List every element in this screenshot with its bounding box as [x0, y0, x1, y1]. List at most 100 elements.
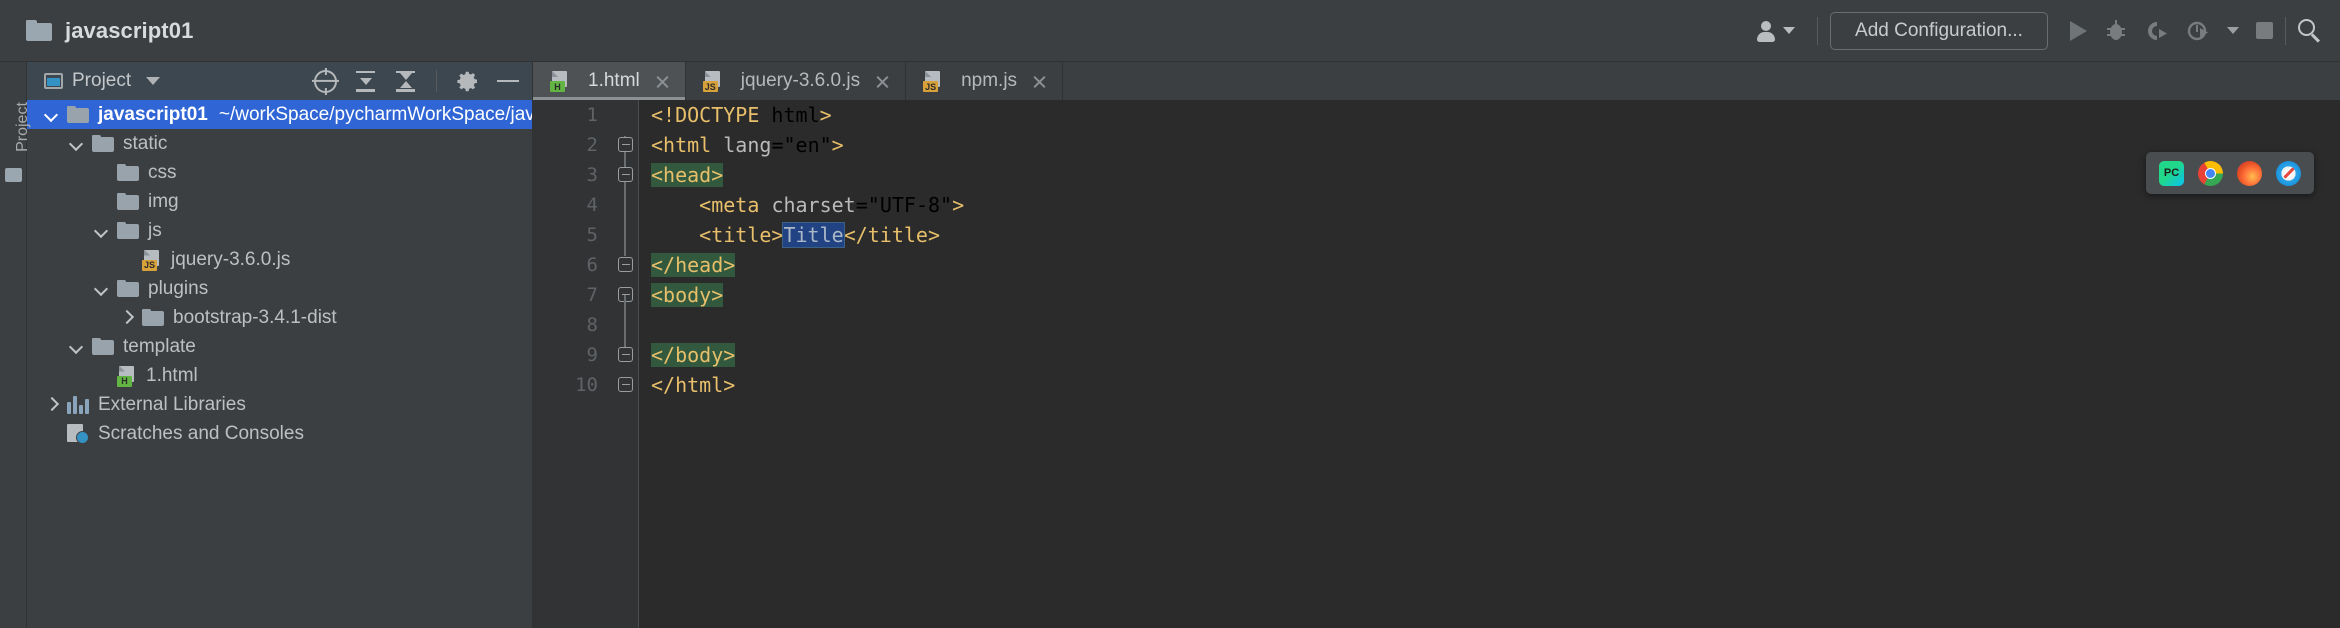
line-number: 1: [533, 100, 613, 130]
run-button[interactable]: [2070, 21, 2087, 41]
editor-tab[interactable]: JSjquery-3.6.0.js: [686, 62, 906, 100]
editor-tab-label: npm.js: [961, 70, 1017, 92]
left-tool-stripe: Project: [0, 62, 27, 628]
pycharm-preview-icon[interactable]: PC: [2159, 161, 2184, 186]
close-icon[interactable]: [875, 74, 890, 89]
main-area: Project Project: [0, 62, 2340, 628]
editor-tab[interactable]: JSnpm.js: [906, 62, 1063, 100]
tree-node-label: static: [123, 133, 167, 155]
folder-icon: [92, 338, 114, 356]
chevron-down-icon[interactable]: [94, 281, 109, 296]
run-with-coverage-icon: [2145, 19, 2169, 43]
chevron-right-icon[interactable]: [44, 397, 59, 412]
project-file-tree[interactable]: javascript01~/workSpace/pycharmWorkSpace…: [27, 100, 532, 628]
code-line[interactable]: <body>: [651, 280, 2340, 310]
tree-row[interactable]: JS jquery-3.6.0.js: [27, 245, 532, 274]
tree-row[interactable]: plugins: [27, 274, 532, 303]
search-icon: [2298, 19, 2322, 43]
code-line[interactable]: <!DOCTYPE html>: [651, 100, 2340, 130]
toolbar-divider-2: [2285, 17, 2286, 45]
chevron-down-icon[interactable]: [94, 223, 109, 238]
code-editor[interactable]: 12345678910 <!DOCTYPE html><html lang="e…: [533, 100, 2340, 628]
folder-icon: [117, 280, 139, 298]
folder-icon: [26, 20, 52, 41]
tool-window-button-project[interactable]: Project: [14, 82, 32, 172]
chevron-down-icon[interactable]: [2227, 27, 2239, 34]
fold-marker-head-end[interactable]: [618, 257, 633, 272]
code-line[interactable]: <title>Title</title>: [651, 220, 2340, 250]
debug-button[interactable]: [2104, 19, 2128, 43]
debug-icon: [2104, 19, 2128, 43]
tree-row[interactable]: img: [27, 187, 532, 216]
project-panel-header: Project: [27, 62, 532, 100]
tree-row[interactable]: H1.html: [27, 361, 532, 390]
editor-tab[interactable]: H1.html: [533, 62, 686, 100]
user-icon: [1755, 20, 1777, 42]
collapse-all-icon[interactable]: [394, 71, 417, 92]
js-file-icon: JS: [703, 71, 723, 91]
expand-all-icon[interactable]: [354, 71, 377, 92]
browser-preview-popup[interactable]: PC: [2146, 152, 2314, 194]
fold-marker-head[interactable]: [618, 167, 633, 182]
close-icon[interactable]: [1032, 74, 1047, 89]
chevron-right-icon[interactable]: [119, 310, 134, 325]
editor-tab-label: 1.html: [588, 70, 640, 92]
code-line[interactable]: </body>: [651, 340, 2340, 370]
code-folding-column[interactable]: [613, 100, 639, 628]
tree-node-label: img: [148, 191, 179, 213]
line-number: 8: [533, 310, 613, 340]
fold-marker-html[interactable]: [618, 137, 633, 152]
stop-button[interactable]: [2256, 22, 2273, 39]
gear-icon[interactable]: [456, 69, 480, 93]
code-line[interactable]: <head>: [651, 160, 2340, 190]
stop-icon: [2256, 22, 2273, 39]
folder-icon: [67, 106, 89, 124]
close-icon[interactable]: [655, 74, 670, 89]
search-everywhere-button[interactable]: [2298, 19, 2322, 43]
code-line[interactable]: [651, 310, 2340, 340]
js-file-icon: JS: [142, 250, 162, 270]
code-line[interactable]: <meta charset="UTF-8">: [651, 190, 2340, 220]
structure-icon[interactable]: [5, 168, 22, 182]
tree-node-label: css: [148, 162, 177, 184]
tree-node-label: Scratches and Consoles: [98, 423, 304, 445]
tree-row[interactable]: javascript01~/workSpace/pycharmWorkSpace…: [27, 100, 532, 129]
chevron-down-icon[interactable]: [69, 136, 84, 151]
chevron-down-icon[interactable]: [146, 77, 160, 85]
code-line[interactable]: </head>: [651, 250, 2340, 280]
tree-row[interactable]: Scratches and Consoles: [27, 419, 532, 448]
minimize-icon[interactable]: [497, 80, 519, 83]
toolbar-divider: [1817, 17, 1818, 45]
tree-row[interactable]: bootstrap-3.4.1-dist: [27, 303, 532, 332]
code-line[interactable]: </html>: [651, 370, 2340, 400]
chrome-icon[interactable]: [2198, 161, 2223, 186]
code-line[interactable]: <html lang="en">: [651, 130, 2340, 160]
run-with-coverage-button[interactable]: [2145, 19, 2169, 43]
project-panel-title: Project: [72, 70, 131, 92]
line-number: 4: [533, 190, 613, 220]
chevron-down-icon[interactable]: [44, 107, 59, 122]
tree-row[interactable]: js: [27, 216, 532, 245]
code-content[interactable]: <!DOCTYPE html><html lang="en"><head> <m…: [639, 100, 2340, 628]
tree-node-label: bootstrap-3.4.1-dist: [173, 307, 337, 329]
project-title: javascript01: [65, 18, 193, 44]
folder-icon: [142, 309, 164, 327]
title-bar: javascript01 Add Configuration...: [0, 0, 2340, 62]
add-configuration-button[interactable]: Add Configuration...: [1830, 12, 2048, 50]
tree-row[interactable]: css: [27, 158, 532, 187]
target-icon[interactable]: [314, 70, 337, 93]
fold-marker-body-end[interactable]: [618, 347, 633, 362]
fold-marker-html-end[interactable]: [618, 377, 633, 392]
tree-row[interactable]: template: [27, 332, 532, 361]
user-account-button[interactable]: [1745, 20, 1805, 42]
chevron-down-icon[interactable]: [69, 339, 84, 354]
tree-node-label: 1.html: [146, 365, 198, 387]
editor-area: H1.htmlJSjquery-3.6.0.jsJSnpm.js 1234567…: [533, 62, 2340, 628]
tree-node-label: javascript01: [98, 104, 208, 126]
tree-row[interactable]: static: [27, 129, 532, 158]
firefox-icon[interactable]: [2237, 161, 2262, 186]
profile-button[interactable]: [2186, 19, 2210, 43]
tree-node-label: jquery-3.6.0.js: [171, 249, 290, 271]
tree-row[interactable]: External Libraries: [27, 390, 532, 419]
safari-icon[interactable]: [2276, 161, 2301, 186]
